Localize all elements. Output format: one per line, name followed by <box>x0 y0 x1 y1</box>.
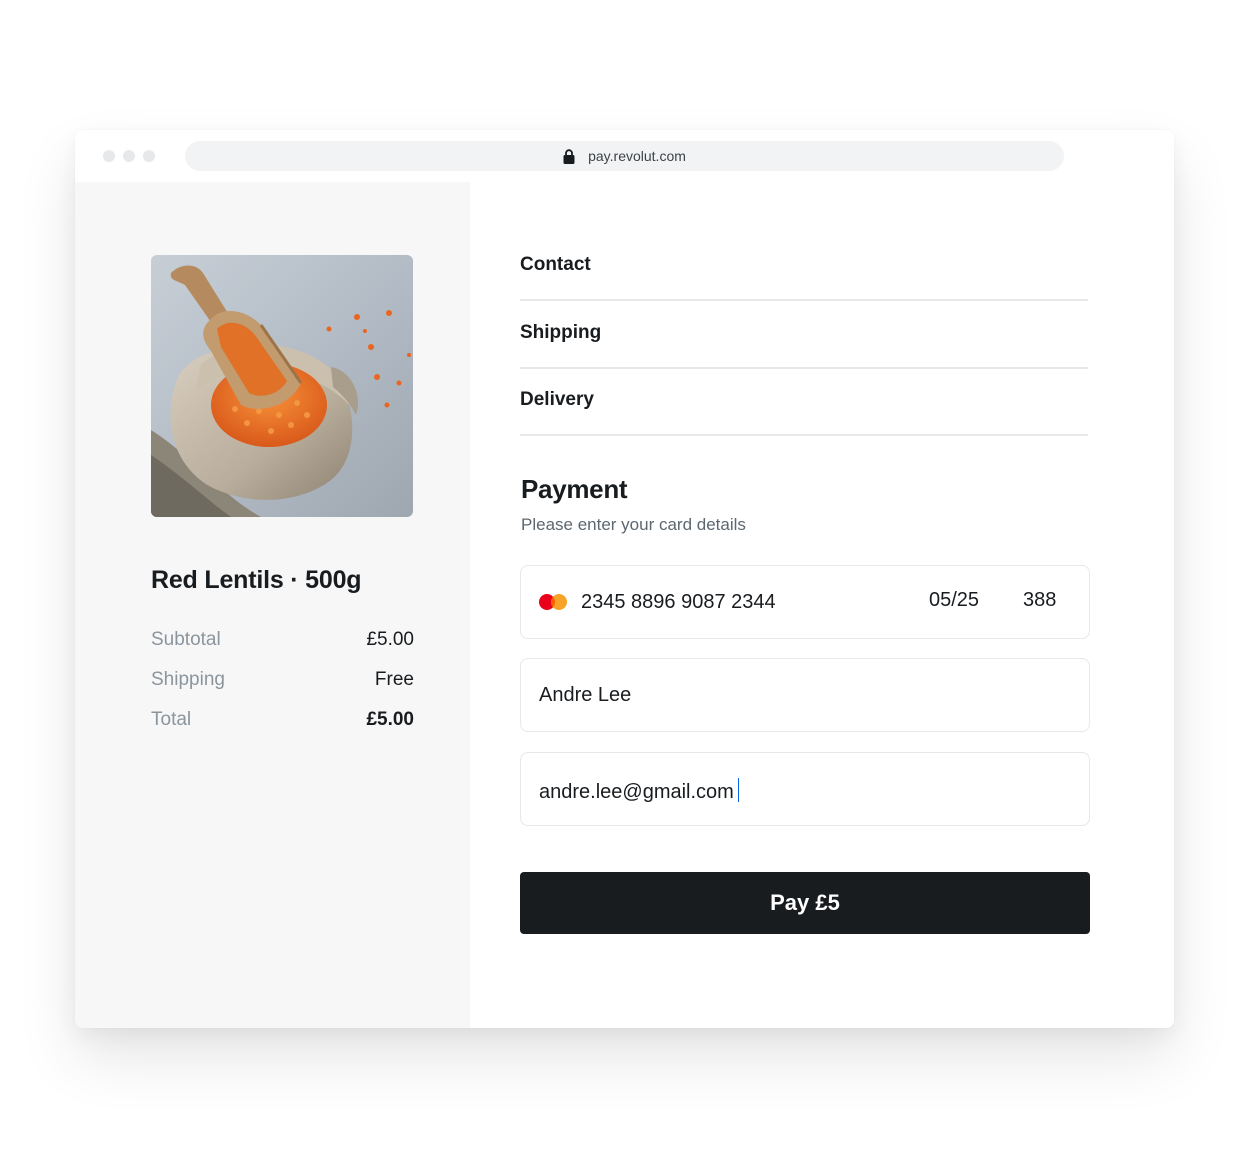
card-cvv-input[interactable]: 388 <box>1023 589 1056 612</box>
url-text: pay.revolut.com <box>588 148 686 164</box>
cardholder-name-field[interactable]: Andre Lee <box>520 658 1090 732</box>
card-expiry-input[interactable]: 05/25 <box>929 589 979 612</box>
summary-total-row: Total £5.00 <box>151 707 414 733</box>
section-shipping[interactable]: Shipping <box>520 301 1088 369</box>
text-caret <box>737 778 740 802</box>
window-control-dot[interactable] <box>143 150 155 162</box>
address-bar[interactable]: pay.revolut.com <box>185 141 1064 171</box>
section-contact[interactable]: Contact <box>520 233 1088 301</box>
section-label: Shipping <box>520 322 602 343</box>
subtotal-label: Subtotal <box>151 629 221 650</box>
summary-subtotal-row: Subtotal £5.00 <box>151 627 414 653</box>
section-label: Delivery <box>520 389 594 410</box>
checkout-panel: Contact Shipping Delivery Payment Please… <box>470 182 1174 1028</box>
email-field[interactable]: andre.lee@gmail.com <box>520 752 1090 826</box>
product-name: Red Lentils · 500g <box>151 566 362 594</box>
lock-icon <box>563 148 575 164</box>
subtotal-value: £5.00 <box>366 629 414 650</box>
browser-titlebar: pay.revolut.com <box>75 130 1174 182</box>
payment-title: Payment <box>521 474 628 504</box>
window-control-dot[interactable] <box>123 150 135 162</box>
card-details-field[interactable]: 2345 8896 9087 2344 05/25 388 <box>520 565 1090 639</box>
product-image <box>151 255 413 517</box>
email-value: andre.lee@gmail.com <box>539 781 734 803</box>
total-value: £5.00 <box>366 709 414 730</box>
card-number-input[interactable]: 2345 8896 9087 2344 <box>581 591 776 614</box>
total-label: Total <box>151 709 192 730</box>
pay-button[interactable]: Pay £5 <box>520 872 1090 934</box>
mastercard-icon <box>539 594 567 610</box>
email-text: andre.lee@gmail.com <box>539 778 740 804</box>
browser-window: pay.revolut.com Red Lentils · 500g Subto… <box>75 130 1174 1028</box>
section-label: Contact <box>520 254 591 275</box>
section-delivery[interactable]: Delivery <box>520 368 1088 436</box>
window-control-dot[interactable] <box>103 150 115 162</box>
shipping-label: Shipping <box>151 669 225 690</box>
cardholder-name-value: Andre Lee <box>539 684 632 706</box>
summary-shipping-row: Shipping Free <box>151 667 414 693</box>
order-summary-panel: Red Lentils · 500g Subtotal £5.00 Shippi… <box>75 182 470 1028</box>
payment-subtitle: Please enter your card details <box>521 515 746 534</box>
shipping-value: Free <box>374 669 414 690</box>
